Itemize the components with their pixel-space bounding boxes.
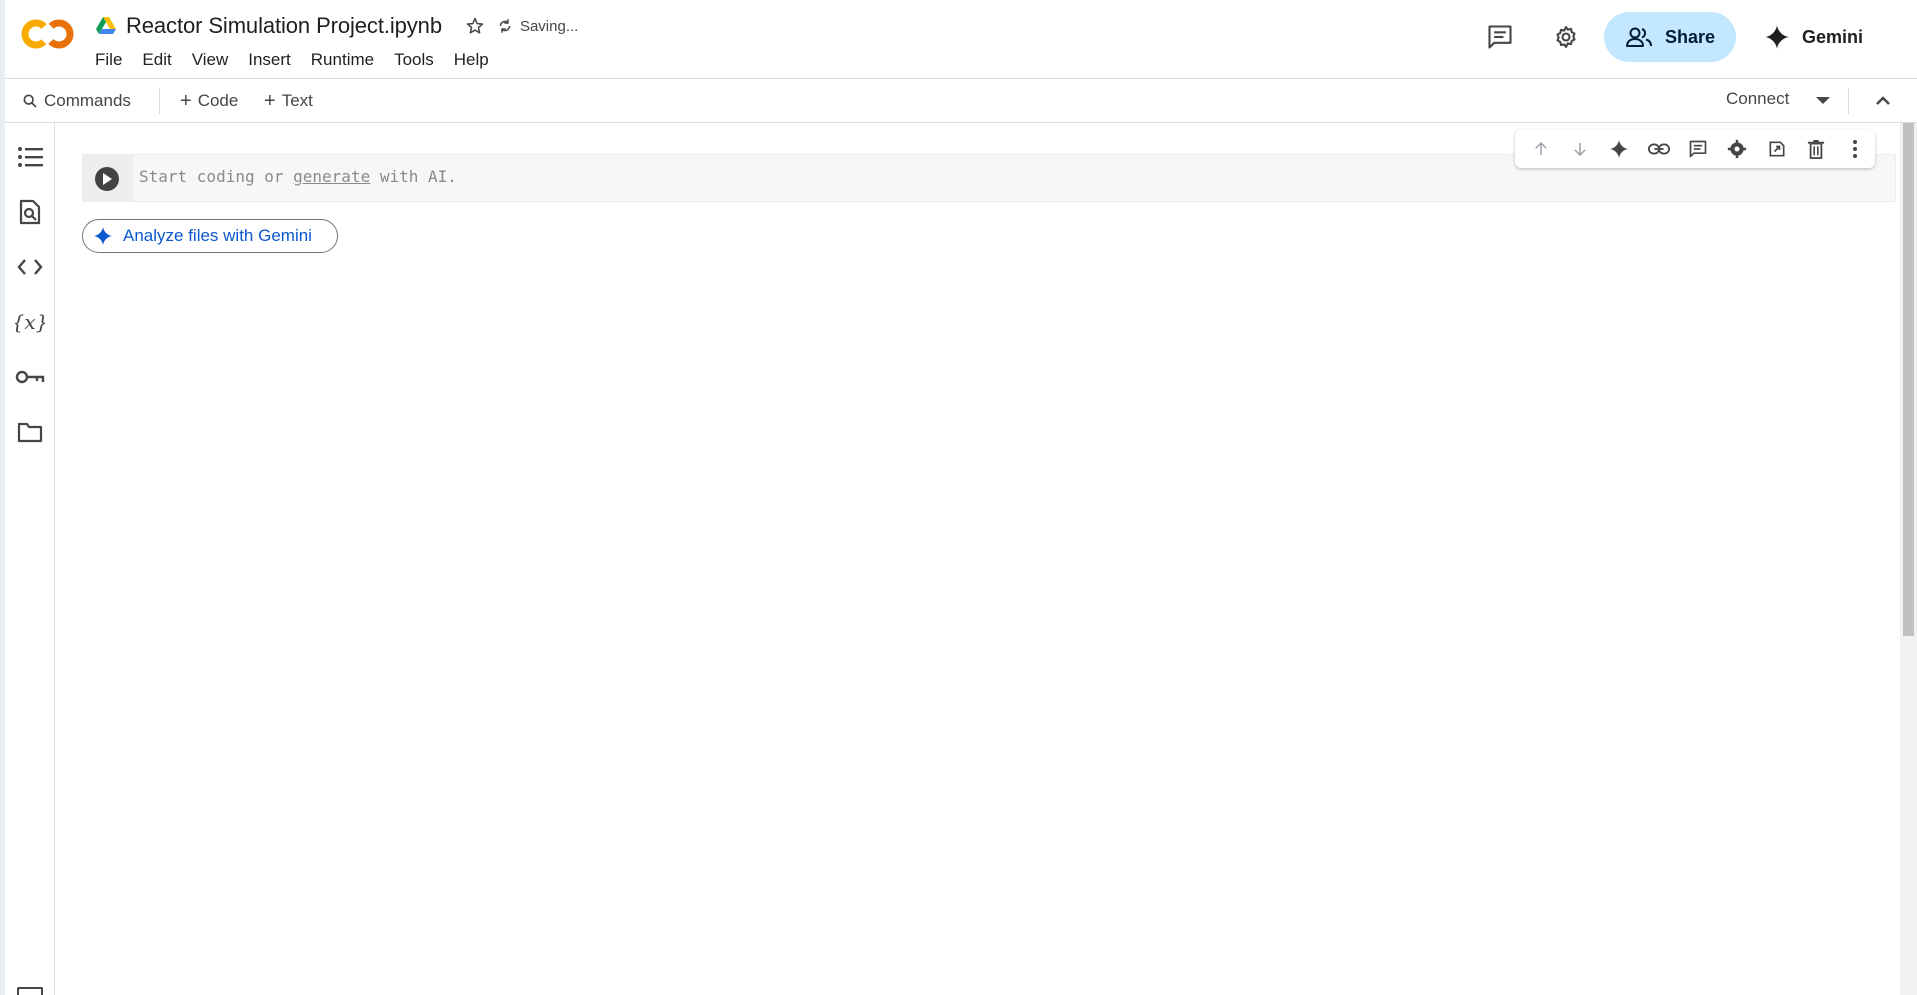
cell-toolbar bbox=[1515, 130, 1875, 168]
plus-icon: + bbox=[264, 90, 276, 112]
analyze-files-gemini-button[interactable]: Analyze files with Gemini bbox=[82, 219, 338, 253]
menu-help[interactable]: Help bbox=[444, 48, 499, 72]
save-status: Saving... bbox=[496, 17, 578, 35]
play-icon bbox=[103, 173, 112, 185]
menu-runtime[interactable]: Runtime bbox=[301, 48, 384, 72]
more-actions-button[interactable] bbox=[1836, 132, 1875, 166]
collapse-header-button[interactable] bbox=[1871, 89, 1895, 113]
star-icon[interactable] bbox=[464, 15, 486, 37]
vertical-scrollbar[interactable] bbox=[1900, 123, 1917, 995]
header: Reactor Simulation Project.ipynb Saving.… bbox=[5, 0, 1917, 79]
connect-button[interactable]: Connect bbox=[1726, 89, 1789, 109]
document-title[interactable]: Reactor Simulation Project.ipynb bbox=[126, 13, 442, 39]
colab-logo-icon[interactable] bbox=[21, 13, 75, 55]
mirror-cell-icon bbox=[1769, 141, 1785, 157]
menu-edit[interactable]: Edit bbox=[132, 48, 181, 72]
settings-button[interactable] bbox=[1546, 17, 1586, 57]
google-drive-icon[interactable] bbox=[96, 17, 116, 35]
add-comment-button[interactable] bbox=[1678, 132, 1717, 166]
connect-dropdown-caret[interactable] bbox=[1811, 89, 1835, 113]
arrow-down-icon bbox=[1574, 143, 1586, 157]
placeholder-prefix: Start coding or bbox=[139, 167, 284, 186]
gear-icon bbox=[1728, 139, 1747, 159]
menu-bar: File Edit View Insert Runtime Tools Help bbox=[95, 48, 499, 72]
add-text-label: Text bbox=[281, 91, 313, 110]
move-cell-up-button[interactable] bbox=[1521, 132, 1560, 166]
placeholder-suffix: with AI. bbox=[379, 167, 457, 186]
share-label: Share bbox=[1664, 26, 1715, 47]
save-status-text: Saving... bbox=[519, 17, 579, 35]
sync-icon bbox=[499, 19, 511, 33]
mirror-cell-button[interactable] bbox=[1757, 132, 1796, 166]
comments-button[interactable] bbox=[1480, 17, 1520, 57]
left-sidebar: {x} bbox=[5, 123, 55, 995]
analyze-files-label: Analyze files with Gemini bbox=[123, 226, 312, 245]
comment-icon bbox=[1488, 25, 1512, 49]
plus-icon: + bbox=[180, 90, 192, 112]
scrollbar-thumb[interactable] bbox=[1903, 123, 1914, 636]
variables-icon[interactable]: {x} bbox=[15, 307, 45, 337]
code-editor[interactable]: Start coding or generate with AI. bbox=[139, 167, 457, 186]
add-code-cell-button[interactable]: + Code bbox=[180, 89, 238, 113]
files-folder-icon[interactable] bbox=[15, 417, 45, 447]
secrets-key-icon[interactable] bbox=[15, 362, 45, 392]
gemini-sparkle-icon bbox=[1610, 139, 1629, 159]
toolbar-divider bbox=[159, 88, 160, 114]
chevron-up-icon bbox=[1876, 96, 1890, 105]
find-replace-icon[interactable] bbox=[15, 197, 45, 227]
cell-gutter bbox=[83, 155, 133, 201]
notebook-toolbar: Commands + Code + Text Connect bbox=[5, 79, 1917, 123]
header-actions: Share Gemini bbox=[1480, 12, 1917, 62]
link-icon bbox=[1647, 143, 1670, 155]
generate-link[interactable]: generate bbox=[293, 167, 370, 186]
menu-view[interactable]: View bbox=[182, 48, 239, 72]
add-code-label: Code bbox=[197, 91, 239, 110]
run-cell-button[interactable] bbox=[95, 167, 119, 191]
svg-text:{x}: {x} bbox=[15, 310, 45, 334]
table-of-contents-icon[interactable] bbox=[15, 142, 45, 172]
gear-icon bbox=[1556, 26, 1576, 48]
trash-icon bbox=[1807, 140, 1825, 159]
move-cell-down-button[interactable] bbox=[1560, 132, 1599, 166]
gemini-cell-button[interactable] bbox=[1600, 132, 1639, 166]
search-icon bbox=[23, 94, 37, 108]
commands-label: Commands bbox=[44, 91, 131, 110]
toolbar-divider bbox=[1848, 88, 1849, 114]
share-button[interactable]: Share bbox=[1603, 12, 1736, 62]
title-row: Reactor Simulation Project.ipynb Saving.… bbox=[96, 12, 578, 40]
menu-tools[interactable]: Tools bbox=[384, 48, 444, 72]
arrow-up-icon bbox=[1534, 141, 1547, 155]
menu-insert[interactable]: Insert bbox=[238, 48, 301, 72]
gemini-sparkle-icon bbox=[93, 226, 113, 246]
gemini-sparkle-icon bbox=[1765, 25, 1789, 49]
more-vert-icon bbox=[1853, 140, 1858, 158]
add-text-cell-button[interactable]: + Text bbox=[264, 89, 313, 113]
people-icon bbox=[1625, 27, 1652, 47]
gemini-button[interactable]: Gemini bbox=[1750, 12, 1877, 62]
code-snippets-icon[interactable] bbox=[15, 252, 45, 282]
commands-button[interactable]: Commands bbox=[22, 89, 131, 113]
comment-icon bbox=[1689, 140, 1707, 158]
cell-settings-button[interactable] bbox=[1718, 132, 1757, 166]
gemini-label: Gemini bbox=[1801, 26, 1863, 47]
terminal-icon[interactable] bbox=[17, 987, 43, 995]
menu-file[interactable]: File bbox=[95, 48, 132, 72]
copy-link-button[interactable] bbox=[1639, 132, 1678, 166]
caret-down-icon bbox=[1816, 97, 1830, 104]
delete-cell-button[interactable] bbox=[1796, 132, 1835, 166]
